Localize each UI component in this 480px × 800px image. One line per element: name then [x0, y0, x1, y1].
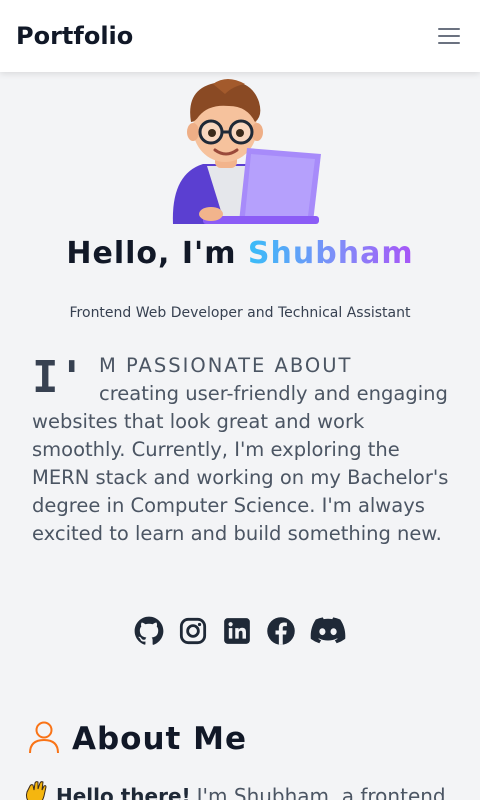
intro-dropcap: I'	[32, 352, 85, 403]
discord-icon[interactable]	[310, 615, 346, 647]
hero-subtitle: Frontend Web Developer and Technical Ass…	[69, 305, 411, 321]
intro-paragraph: I' m passionate about creating user-frie…	[32, 352, 452, 548]
linkedin-icon[interactable]	[222, 615, 252, 647]
about-title: About Me	[72, 721, 248, 757]
waving-hand-icon	[24, 780, 48, 800]
navbar: Portfolio	[0, 0, 480, 72]
intro-lead: m passionate about	[98, 354, 353, 377]
about-hello-strong: Hello there!	[56, 783, 191, 800]
user-icon	[28, 720, 60, 758]
instagram-icon[interactable]	[178, 615, 208, 647]
facebook-icon[interactable]	[266, 615, 296, 647]
github-icon[interactable]	[134, 615, 164, 647]
developer-avatar-icon	[155, 76, 325, 228]
hero-greeting: Hello, I'm Shubham	[0, 236, 480, 271]
greeting-prefix: Hello, I'm	[66, 236, 248, 271]
about-intro-line: Hello there! I'm Shubham, a frontend	[24, 780, 480, 800]
hero-name: Shubham	[247, 236, 414, 271]
about-hello-text: I'm Shubham, a frontend	[196, 783, 446, 800]
hamburger-menu-icon[interactable]	[434, 21, 464, 51]
about-section-header: About Me	[28, 720, 247, 758]
intro-body: creating user-friendly and engaging webs…	[32, 382, 449, 545]
social-links	[0, 615, 480, 647]
brand-title[interactable]: Portfolio	[16, 22, 133, 50]
